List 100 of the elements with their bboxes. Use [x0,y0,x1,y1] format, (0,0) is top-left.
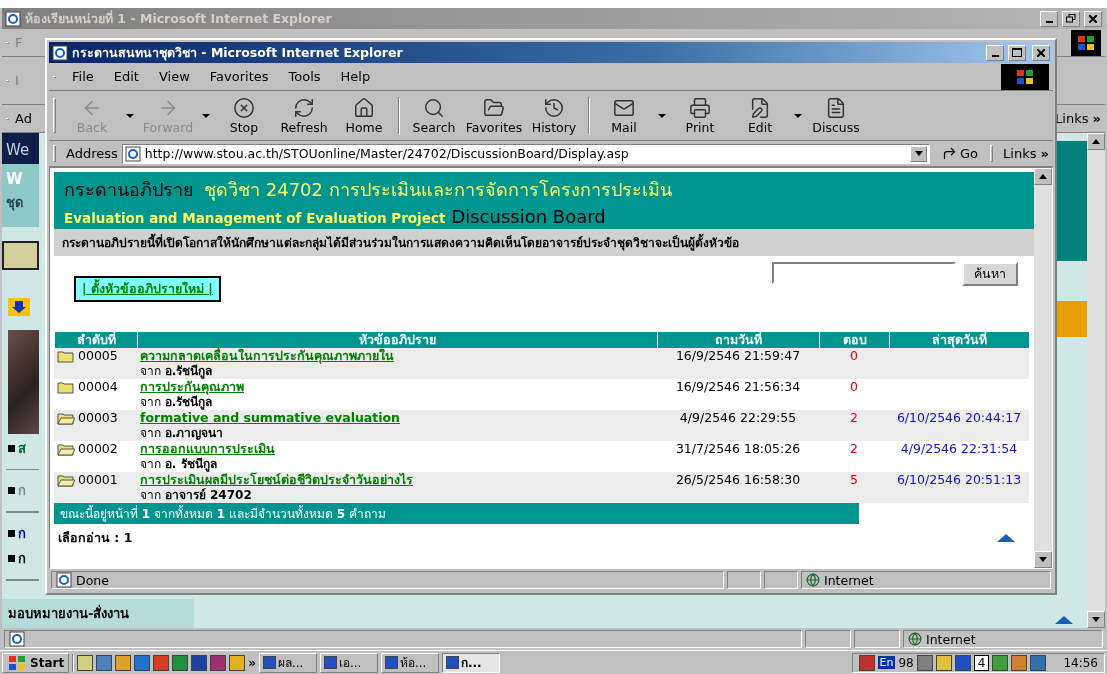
course-heading: ชุด [2,191,39,228]
scroll-down-button[interactable] [1034,551,1052,568]
quick-launch-icon[interactable] [210,654,227,671]
scroll-up-button[interactable] [1087,133,1105,150]
course-title: ชุดวิชา 24702 การประเมินและการจัดการโครงการประเมิน [204,178,672,203]
menu-item[interactable]: Favorites [199,69,279,84]
zone-status: Internet [903,630,1103,648]
topic-link[interactable]: ความกลาดเคลื่อนในการประกันคุณภาพภายใน [140,349,654,364]
page-selector: เลือกอ่าน : 1 [58,529,133,547]
status-pane [854,630,900,648]
topic-link[interactable]: การประเมินผลมีประโยชน์ต่อชีวิตประจำวันอย่างไร [140,473,654,488]
toolbar-button[interactable]: Home [334,96,394,135]
quick-launch-icon[interactable] [96,654,113,671]
toolbar-button[interactable]: Favorites [464,96,524,135]
page-title: กระดานอภิปราย [64,178,194,202]
scroll-down-button[interactable] [1087,611,1105,628]
menu-item[interactable]: Tools [278,69,331,84]
start-button[interactable]: Start [2,652,70,673]
toolbar-button[interactable]: Print [670,96,730,135]
taskbar-button[interactable]: ห้อ... [380,652,439,673]
reply-count: 0 [850,349,858,364]
caret-icon[interactable] [658,113,666,118]
topic-number: 00004 [57,380,134,395]
quick-launch-icon[interactable] [229,654,246,671]
restore-button[interactable] [1062,10,1080,27]
menu-item[interactable]: Help [330,69,381,84]
tray-icon[interactable] [935,654,952,671]
tray-icon[interactable] [954,654,971,671]
column-header: ตอบ [819,332,889,348]
toolbar-button[interactable]: Edit [730,96,790,135]
home-icon [353,96,375,119]
column-header: หัวข้ออภิปราย [137,332,657,348]
tray-icon[interactable] [858,654,875,671]
nav-link[interactable]: ก [18,523,26,545]
minimize-button[interactable] [1040,10,1058,27]
tray-icon[interactable] [1030,654,1047,671]
new-topic-link[interactable]: | ตั้งหัวข้ออภิปรายใหม่ | [74,276,221,302]
toolbar-button[interactable]: Mail [594,96,654,135]
toolbar-button[interactable]: Search [404,96,464,135]
topic-number: 00001 [57,473,134,488]
down-arrow-icon [1039,557,1047,562]
clock: 14:56 [1063,655,1098,670]
bullet-icon [8,530,15,538]
nav-link[interactable]: ส [18,437,26,459]
minimize-button[interactable] [986,44,1004,61]
quick-launch-icon[interactable] [172,654,189,671]
caret-icon[interactable] [794,113,802,118]
topic-link[interactable]: การประกันคุณภาพ [140,380,654,395]
scroll-up-button[interactable] [1034,168,1052,185]
nav-link[interactable]: ก [18,548,26,570]
close-button[interactable] [1084,10,1102,27]
history-icon [543,96,565,119]
topic-link[interactable]: formative and summative evaluation [140,411,654,426]
topic-link[interactable]: การออกแบบการประเมิน [140,442,654,457]
quick-launch-icon[interactable] [153,654,170,671]
window-title: กระดานสนทนาชุดวิชา - Microsoft Internet Explorer [72,43,404,63]
taskbar-button[interactable]: ผล... [258,652,317,673]
quick-launch-icon[interactable] [115,654,132,671]
flag-logo-icon [1015,67,1035,86]
taskbar-button[interactable]: ก... [441,652,500,673]
search-button[interactable]: ค้นหา [962,262,1018,286]
dropdown-button[interactable] [910,145,927,162]
toolbar-button[interactable]: Discuss [806,96,866,135]
globe-icon [908,632,922,646]
quick-launch-icon[interactable] [191,654,208,671]
taskbar-button[interactable]: เอ... [319,652,378,673]
reply-count: 0 [850,380,858,395]
links-button[interactable]: Links » [1003,146,1049,161]
tray-label: 98 [898,655,914,670]
go-button[interactable]: Go [934,146,987,161]
close-button[interactable] [1032,44,1050,61]
scrollbar[interactable] [1034,168,1052,568]
board-title: Discussion Board [451,206,606,227]
asked-date: 4/9/2546 22:29:55 [679,411,797,426]
scroll-top-icon[interactable] [1055,616,1073,624]
language-indicator[interactable]: En [877,656,896,669]
more-button[interactable]: » [248,655,256,670]
reply-count: 5 [850,473,858,488]
window-title: ห้องเรียนหน่วยที่ 1 - Microsoft Internet Explorer [25,9,333,28]
scrollbar[interactable] [1087,133,1105,628]
search-icon [423,96,445,119]
quick-launch-icon[interactable] [77,654,94,671]
scroll-top-icon[interactable] [997,534,1015,542]
tray-icon[interactable] [1011,654,1028,671]
toolbar-button[interactable]: Stop [214,96,274,135]
go-arrow-icon [942,146,957,161]
tray-icon[interactable] [916,654,933,671]
quick-launch-icon[interactable] [134,654,151,671]
latest-date: 6/10/2546 20:44:17 [896,411,1022,426]
nav-link[interactable]: มอบหมายงาน-สั่งงาน [2,599,194,628]
tray-icon[interactable] [992,654,1009,671]
menu-item[interactable]: File [62,69,104,84]
topic-author: จาก อ.รัชนีกูล [140,394,213,409]
menu-item[interactable]: View [148,69,200,84]
toolbar-button[interactable]: History [524,96,584,135]
maximize-button[interactable] [1008,44,1026,61]
address-field[interactable]: http://www.stou.ac.th/STOUonline/Master/24702/DiscussionBoard/Display.asp [121,143,930,164]
menu-item[interactable]: Edit [103,69,149,84]
toolbar-button[interactable]: Refresh [274,96,334,135]
topic-number: 00002 [57,442,134,457]
